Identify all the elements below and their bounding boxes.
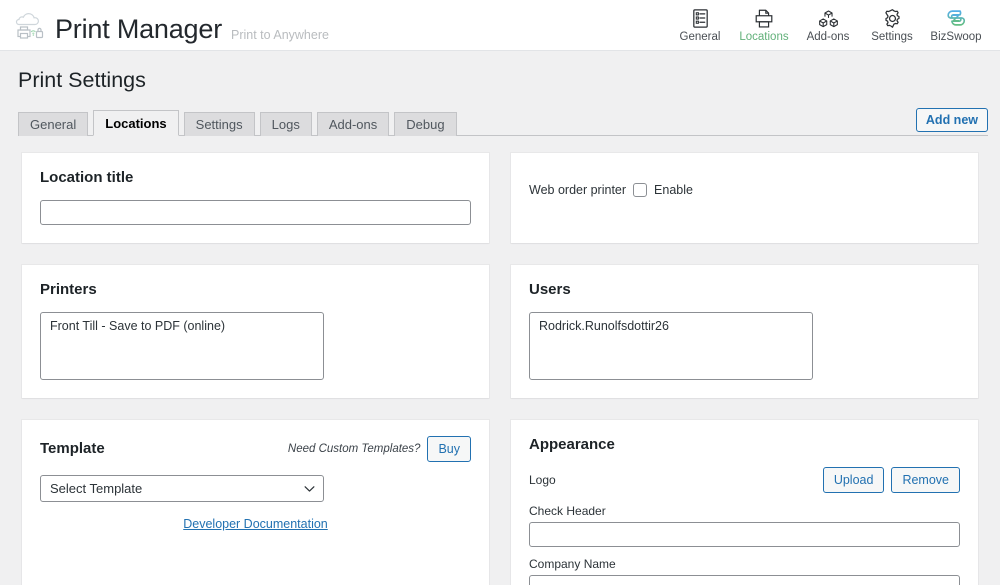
- template-heading: Template: [40, 440, 105, 458]
- printers-listbox[interactable]: Front Till - Save to PDF (online): [40, 311, 325, 380]
- card-appearance: Appearance Logo Upload Remove Check Head…: [511, 419, 978, 585]
- web-order-printer-checkbox[interactable]: [633, 182, 648, 197]
- app-title: Print Manager: [55, 14, 222, 44]
- nav-item-bizswoop[interactable]: BizSwoop: [924, 7, 988, 44]
- logo-actions: Upload Remove: [822, 466, 960, 494]
- web-order-printer-enable-label: Enable: [654, 182, 693, 197]
- web-order-printer-label: Web order printer: [529, 182, 627, 197]
- users-option[interactable]: Rodrick.Runolfsdottir26: [530, 317, 812, 335]
- users-heading: Users: [529, 280, 571, 298]
- location-title-heading: Location title: [40, 168, 134, 186]
- company-name-field: Company Name: [529, 557, 960, 585]
- nav-item-addons[interactable]: Add-ons: [796, 7, 860, 44]
- card-location-title: Location title: [22, 152, 489, 243]
- tab-logs[interactable]: Logs: [259, 111, 312, 136]
- card-printers: Printers Front Till - Save to PDF (onlin…: [22, 264, 489, 398]
- tab-debug[interactable]: Debug: [394, 111, 457, 136]
- upload-logo-button[interactable]: Upload: [822, 466, 885, 494]
- company-name-input[interactable]: [529, 575, 960, 585]
- nav-item-general[interactable]: General: [668, 7, 732, 44]
- location-title-input[interactable]: [40, 199, 471, 225]
- cloud-printer-lock-icon: [10, 6, 46, 42]
- appearance-heading: Appearance: [529, 435, 615, 453]
- page-title: Print Settings: [18, 68, 146, 92]
- check-header-label: Check Header: [529, 504, 606, 519]
- tab-locations[interactable]: Locations: [93, 109, 179, 136]
- card-template: Template Need Custom Templates? Buy Sele…: [22, 419, 489, 585]
- tab-bar: General Locations Settings Logs Add-ons …: [18, 107, 988, 136]
- developer-documentation-wrap: Developer Documentation: [40, 515, 471, 533]
- app-header: Print Manager Print to Anywhere General: [0, 0, 1000, 51]
- buy-button[interactable]: Buy: [427, 435, 471, 463]
- remove-logo-button[interactable]: Remove: [891, 466, 960, 494]
- nav-label-settings: Settings: [871, 31, 913, 44]
- list-document-icon: [690, 7, 711, 29]
- nav-item-locations[interactable]: Locations: [732, 7, 796, 44]
- tab-addons[interactable]: Add-ons: [316, 111, 390, 136]
- check-header-input[interactable]: [529, 522, 960, 548]
- template-select-value: Select Template: [50, 481, 143, 497]
- developer-documentation-link[interactable]: Developer Documentation: [183, 517, 328, 531]
- template-header-actions: Need Custom Templates? Buy: [287, 435, 471, 463]
- brand: Print Manager Print to Anywhere: [10, 6, 329, 44]
- settings-grid: Location title Web order printer Enable …: [12, 152, 988, 585]
- app-tagline: Print to Anywhere: [230, 27, 329, 42]
- template-select[interactable]: Select Template: [40, 475, 325, 503]
- check-header-field: Check Header: [529, 504, 960, 548]
- add-new-button[interactable]: Add new: [915, 107, 988, 133]
- users-listbox[interactable]: Rodrick.Runolfsdottir26: [529, 311, 814, 380]
- company-name-label: Company Name: [529, 557, 616, 572]
- cubes-icon: [817, 7, 840, 29]
- custom-templates-hint: Need Custom Templates?: [287, 443, 421, 456]
- logo-row: Logo Upload Remove: [529, 466, 960, 494]
- top-navigation: General Locations Add-ons Settings BizSw…: [668, 0, 988, 51]
- gear-icon: [882, 7, 903, 29]
- logo-label: Logo: [529, 473, 556, 488]
- page-content: Print Settings General Locations Setting…: [0, 67, 1000, 585]
- tab-settings[interactable]: Settings: [183, 111, 255, 136]
- tab-general[interactable]: General: [18, 111, 89, 136]
- card-users: Users Rodrick.Runolfsdottir26: [511, 264, 978, 398]
- bizswoop-logo-icon: [945, 7, 967, 29]
- card-web-order-printer: Web order printer Enable: [511, 152, 978, 243]
- nav-item-settings[interactable]: Settings: [860, 7, 924, 44]
- template-select-wrap: Select Template: [40, 475, 325, 503]
- nav-label-general: General: [679, 31, 721, 44]
- web-order-printer-row: Web order printer Enable: [529, 182, 960, 197]
- nav-label-addons: Add-ons: [806, 31, 850, 44]
- printers-heading: Printers: [40, 280, 97, 298]
- nav-label-bizswoop: BizSwoop: [930, 31, 982, 44]
- printers-option[interactable]: Front Till - Save to PDF (online): [41, 317, 323, 335]
- nav-label-locations: Locations: [739, 31, 789, 44]
- template-header-row: Template Need Custom Templates? Buy: [40, 435, 471, 463]
- printer-icon: [753, 7, 775, 29]
